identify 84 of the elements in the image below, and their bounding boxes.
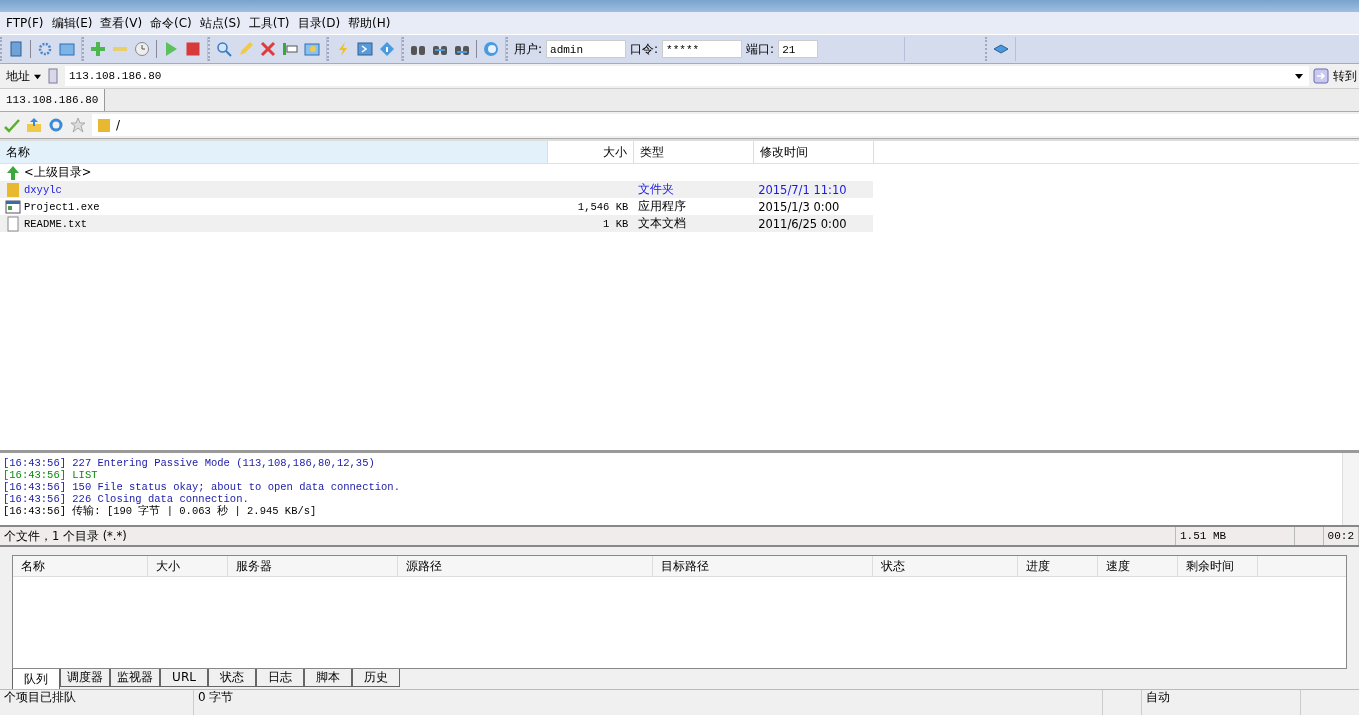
- menu-item[interactable]: 编辑(E): [47, 14, 97, 32]
- password-field[interactable]: *****: [662, 40, 743, 58]
- file-name[interactable]: dxyylc: [24, 183, 62, 196]
- folder-up-icon[interactable]: [26, 117, 42, 133]
- tab[interactable]: 调度器: [60, 669, 110, 687]
- column-header[interactable]: 大小: [148, 556, 228, 576]
- log-line: [16:43:56] 传输: [190 字节 | 0.063 秒 | 2.945 KB/s]: [3, 505, 318, 517]
- address-field[interactable]: 113.108.186.80: [65, 66, 1309, 86]
- tab[interactable]: 队列: [12, 669, 60, 690]
- dropdown-arrow-icon[interactable]: [1295, 72, 1303, 80]
- column-header[interactable]: 服务器: [228, 556, 398, 576]
- modified-time: 2015/1/3 0:00: [758, 199, 840, 214]
- star-icon[interactable]: [70, 117, 86, 133]
- column-header[interactable]: 状态: [873, 556, 1018, 576]
- menu-item[interactable]: 站点(S): [195, 14, 245, 32]
- search-icon[interactable]: [216, 41, 232, 57]
- log-line: [16:43:56] LIST: [3, 469, 99, 481]
- column-header[interactable]: 进度: [1018, 556, 1098, 576]
- file-size: 1 KB: [603, 217, 629, 230]
- status-time: 00:2: [1323, 527, 1359, 545]
- tab[interactable]: 脚本: [304, 669, 352, 687]
- port-field[interactable]: 21: [778, 40, 819, 58]
- column-header[interactable]: 目标路径: [653, 556, 873, 576]
- path-field[interactable]: /: [92, 114, 1359, 136]
- status-text: 自动: [1142, 690, 1301, 715]
- modified-time: 2011/6/25 0:00: [758, 216, 847, 231]
- checkmark-icon[interactable]: [4, 117, 20, 133]
- clock-icon[interactable]: [134, 41, 150, 57]
- rename-icon[interactable]: [282, 41, 298, 57]
- play-icon[interactable]: [163, 41, 179, 57]
- info-icon[interactable]: [379, 41, 395, 57]
- column-header[interactable]: 名称: [13, 556, 148, 576]
- column-header[interactable]: 剩余时间: [1178, 556, 1258, 576]
- site-tab[interactable]: 113.108.186.80: [0, 89, 106, 111]
- parent-directory[interactable]: <上级目录>: [24, 165, 92, 180]
- status-size: 1.51 MB: [1175, 527, 1295, 545]
- port-label: 端口:: [746, 40, 775, 58]
- status-text: 0 字节: [194, 690, 1103, 715]
- column-header[interactable]: 名称: [0, 141, 548, 163]
- file-type: 文本文档: [638, 216, 687, 231]
- plus-icon[interactable]: [90, 41, 106, 57]
- menu-item[interactable]: 帮助(H): [344, 14, 395, 32]
- menu-item[interactable]: 目录(D): [293, 14, 345, 32]
- log-line: [16:43:56] 226 Closing data connection.: [3, 493, 250, 505]
- window-icon: [5, 198, 21, 215]
- terminal-icon[interactable]: [357, 41, 373, 57]
- tab[interactable]: 状态: [208, 669, 256, 687]
- log-line: [16:43:56] 227 Entering Passive Mode (113,108,186,80,12,35): [3, 457, 376, 469]
- document-icon: [5, 215, 21, 232]
- stop-icon[interactable]: [185, 41, 201, 57]
- close-icon[interactable]: [260, 41, 276, 57]
- modified-time: 2015/7/1 11:10: [758, 182, 847, 197]
- menu-item[interactable]: 工具(T): [244, 14, 294, 32]
- file-name[interactable]: Project1.exe: [24, 200, 100, 213]
- address-label[interactable]: 地址: [6, 67, 30, 85]
- menu-item[interactable]: FTP(F): [2, 16, 48, 30]
- menu-item[interactable]: 查看(V): [96, 14, 147, 32]
- tab[interactable]: 历史: [352, 669, 400, 687]
- column-header[interactable]: 类型: [634, 141, 754, 163]
- password-label: 口令:: [630, 40, 659, 58]
- file-type: 应用程序: [638, 199, 687, 214]
- user-field[interactable]: admin: [546, 40, 627, 58]
- file-name[interactable]: README.txt: [24, 217, 87, 230]
- user-label: 用户:: [514, 40, 543, 58]
- file-size: 1,546 KB: [577, 200, 629, 213]
- status-text: 个项目已排队: [0, 690, 194, 715]
- go-button[interactable]: 转到: [1333, 67, 1357, 85]
- column-header[interactable]: 大小: [548, 141, 634, 163]
- column-header[interactable]: 速度: [1098, 556, 1178, 576]
- menu-item[interactable]: 命令(C): [146, 14, 196, 32]
- log-line: [16:43:56] 150 File status okay; about to open data connection.: [3, 481, 401, 493]
- tab[interactable]: 监视器: [110, 669, 160, 687]
- column-header[interactable]: 源路径: [398, 556, 653, 576]
- status-text: 个文件，1 个目录 (*.*): [0, 527, 1176, 545]
- tab[interactable]: 日志: [256, 669, 304, 687]
- document-icon[interactable]: [8, 41, 24, 57]
- column-header[interactable]: 修改时间: [754, 141, 874, 163]
- caret-icon[interactable]: [34, 72, 41, 80]
- scrollbar[interactable]: [1342, 453, 1359, 525]
- settings-icon[interactable]: [37, 41, 53, 57]
- server-icon: [45, 68, 61, 84]
- up-arrow-icon: [5, 164, 21, 181]
- tab[interactable]: URL: [160, 669, 208, 687]
- file-type: 文件夹: [638, 182, 675, 197]
